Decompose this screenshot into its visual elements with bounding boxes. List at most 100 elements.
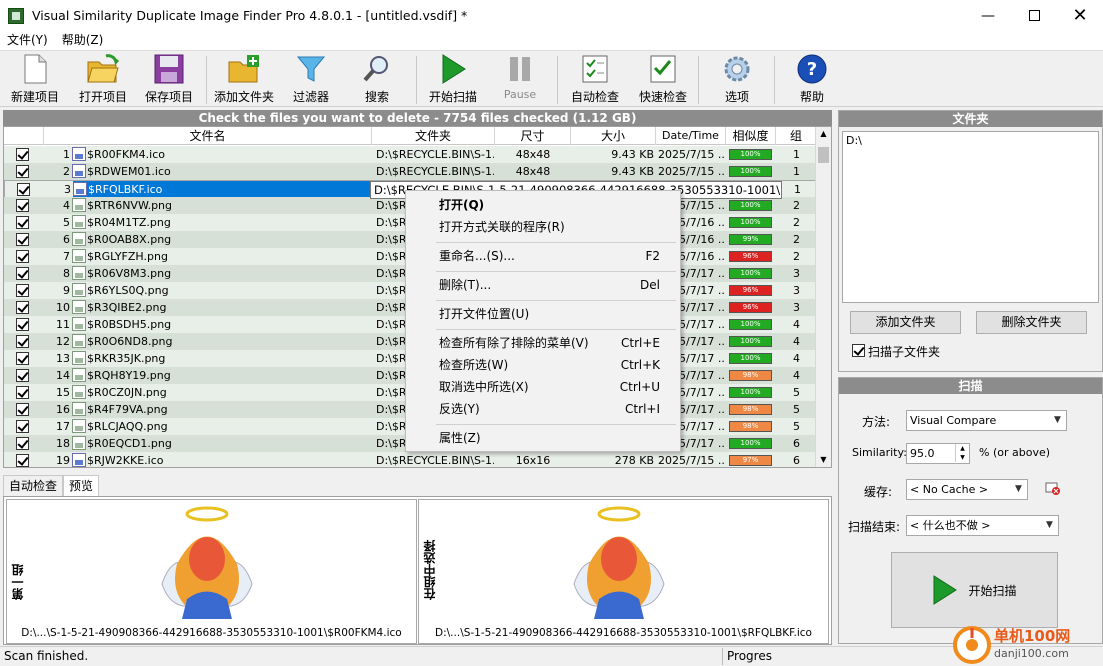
menu-help[interactable]: 帮助(Z): [55, 31, 111, 50]
row-filename[interactable]: $R3QIBE2.png: [72, 299, 372, 316]
row-filename[interactable]: $RDWEM01.ico: [72, 163, 372, 180]
folder-list[interactable]: D:\: [842, 131, 1099, 303]
ctx-open-location[interactable]: 打开文件位置(U): [406, 303, 680, 325]
quick-check-button[interactable]: 快速检查: [634, 53, 692, 106]
row-checkbox[interactable]: [16, 301, 29, 314]
ctx-invert[interactable]: 反选(Y) Ctrl+I: [406, 398, 680, 420]
toolbar-separator: [557, 56, 558, 104]
row-filename[interactable]: $R0CZ0JN.png: [72, 384, 372, 401]
scan-end-select[interactable]: < 什么也不做 > ▼: [906, 515, 1059, 536]
row-filename[interactable]: $RKR35JK.png: [72, 350, 372, 367]
row-filename[interactable]: $R0EQCD1.png: [72, 435, 372, 452]
minimize-button[interactable]: —: [965, 0, 1011, 31]
scan-subfolders-checkbox[interactable]: [852, 344, 865, 357]
row-filename[interactable]: $RLCJAQQ.png: [72, 418, 372, 435]
ctx-check-selected[interactable]: 检查所选(W) Ctrl+K: [406, 354, 680, 376]
auto-check-button[interactable]: 自动检查: [566, 53, 624, 106]
row-filename[interactable]: $RFQLBKF.ico: [73, 181, 373, 198]
table-row[interactable]: 1 $R00FKM4.ico D:\$RECYCLE.BIN\S-1... 48x48…: [4, 146, 817, 163]
add-folder-btn[interactable]: 添加文件夹: [850, 311, 961, 334]
spin-up-icon[interactable]: ▲: [955, 444, 969, 453]
help-button[interactable]: ? 帮助: [786, 53, 838, 106]
ctx-rename[interactable]: 重命名...(S)... F2: [406, 245, 680, 267]
spin-down-icon[interactable]: ▼: [955, 453, 969, 462]
table-row[interactable]: 2 $RDWEM01.ico D:\$RECYCLE.BIN\S-1... 48x48…: [4, 163, 817, 180]
row-checkbox[interactable]: [16, 148, 29, 161]
row-filename[interactable]: $R6YLS0Q.png: [72, 282, 372, 299]
similarity-bar: 100%: [729, 336, 772, 347]
tab-auto-check[interactable]: 自动检查: [3, 475, 64, 496]
row-checkbox[interactable]: [16, 369, 29, 382]
tab-preview[interactable]: 预览: [63, 475, 100, 497]
row-checkbox[interactable]: [16, 199, 29, 212]
grid-scrollbar[interactable]: ▲ ▼: [815, 127, 831, 467]
col-dimensions[interactable]: 尺寸: [495, 127, 571, 145]
scroll-down-icon[interactable]: ▼: [816, 453, 831, 467]
cache-select[interactable]: < No Cache > ▼: [906, 479, 1028, 500]
filter-button[interactable]: 过滤器: [286, 53, 336, 106]
similarity-bar: 96%: [729, 302, 772, 313]
col-folder[interactable]: 文件夹: [372, 127, 495, 145]
start-scan-big-button[interactable]: 开始扫描: [891, 552, 1058, 628]
options-button[interactable]: 选项: [710, 53, 764, 106]
row-checkbox[interactable]: [16, 165, 29, 178]
row-checkbox[interactable]: [16, 437, 29, 450]
ctx-delete[interactable]: 删除(T)... Del: [406, 274, 680, 296]
ctx-properties[interactable]: 属性(Z): [406, 427, 680, 449]
col-size[interactable]: 大小: [571, 127, 656, 145]
row-filename[interactable]: $RQH8Y19.png: [72, 367, 372, 384]
row-checkbox[interactable]: [16, 403, 29, 416]
save-project-button[interactable]: 保存项目: [140, 53, 198, 106]
ctx-check-all[interactable]: 检查所有除了排除的菜单(V) Ctrl+E: [406, 332, 680, 354]
row-checkbox[interactable]: [16, 454, 29, 467]
row-checkbox[interactable]: [16, 250, 29, 263]
maximize-button[interactable]: [1011, 0, 1057, 31]
row-filename[interactable]: $RGLYFZH.png: [72, 248, 372, 265]
row-checkbox[interactable]: [16, 233, 29, 246]
row-checkbox[interactable]: [16, 335, 29, 348]
add-folder-button[interactable]: 添加文件夹: [212, 53, 276, 106]
menu-file[interactable]: 文件(Y): [0, 31, 55, 50]
similarity-spinner[interactable]: 95.0 ▲ ▼: [906, 443, 970, 464]
col-datetime[interactable]: Date/Time: [656, 127, 726, 145]
row-checkbox[interactable]: [16, 420, 29, 433]
row-checkbox[interactable]: [16, 352, 29, 365]
scroll-thumb[interactable]: [818, 147, 829, 163]
row-filename[interactable]: $RJW2KKE.ico: [72, 452, 372, 467]
clear-cache-icon[interactable]: [1045, 482, 1061, 496]
row-checkbox[interactable]: [16, 284, 29, 297]
folder-item[interactable]: D:\: [846, 134, 1095, 147]
ctx-uncheck-selected[interactable]: 取消选中所选(X) Ctrl+U: [406, 376, 680, 398]
row-checkbox[interactable]: [16, 318, 29, 331]
ctx-open[interactable]: 打开(Q): [406, 194, 680, 216]
scroll-up-icon[interactable]: ▲: [816, 127, 831, 141]
row-filename[interactable]: $R00FKM4.ico: [72, 146, 372, 163]
col-check[interactable]: [4, 127, 44, 145]
ctx-open-with[interactable]: 打开方式关联的程序(R): [406, 216, 680, 238]
method-select[interactable]: Visual Compare ▼: [906, 410, 1067, 431]
row-group: 1: [793, 165, 800, 178]
row-checkbox[interactable]: [16, 386, 29, 399]
pause-button[interactable]: Pause: [496, 53, 544, 106]
row-filename[interactable]: $R06V8M3.png: [72, 265, 372, 282]
open-project-button[interactable]: 打开项目: [74, 53, 132, 106]
row-filename[interactable]: $R0O6ND8.png: [72, 333, 372, 350]
col-similarity[interactable]: 相似度: [726, 127, 776, 145]
row-filename[interactable]: $R0BSDH5.png: [72, 316, 372, 333]
table-row[interactable]: 19 $RJW2KKE.ico D:\$RECYCLE.BIN\S-1... 16x1…: [4, 452, 817, 467]
col-group[interactable]: 组: [776, 127, 817, 145]
search-button[interactable]: 搜索: [352, 53, 402, 106]
remove-folder-btn[interactable]: 删除文件夹: [976, 311, 1087, 334]
row-filename[interactable]: $R0OAB8X.png: [72, 231, 372, 248]
row-checkbox[interactable]: [16, 216, 29, 229]
row-filename[interactable]: $R04M1TZ.png: [72, 214, 372, 231]
row-filename[interactable]: $R4F79VA.png: [72, 401, 372, 418]
new-project-button[interactable]: 新建项目: [6, 53, 64, 106]
row-filename[interactable]: $RTR6NVW.png: [72, 197, 372, 214]
row-checkbox[interactable]: [17, 183, 30, 196]
row-checkbox[interactable]: [16, 267, 29, 280]
row-group: 4: [793, 335, 800, 348]
start-scan-button[interactable]: 开始扫描: [424, 53, 482, 106]
close-button[interactable]: ✕: [1057, 0, 1103, 31]
col-filename[interactable]: 文件名: [44, 127, 372, 145]
